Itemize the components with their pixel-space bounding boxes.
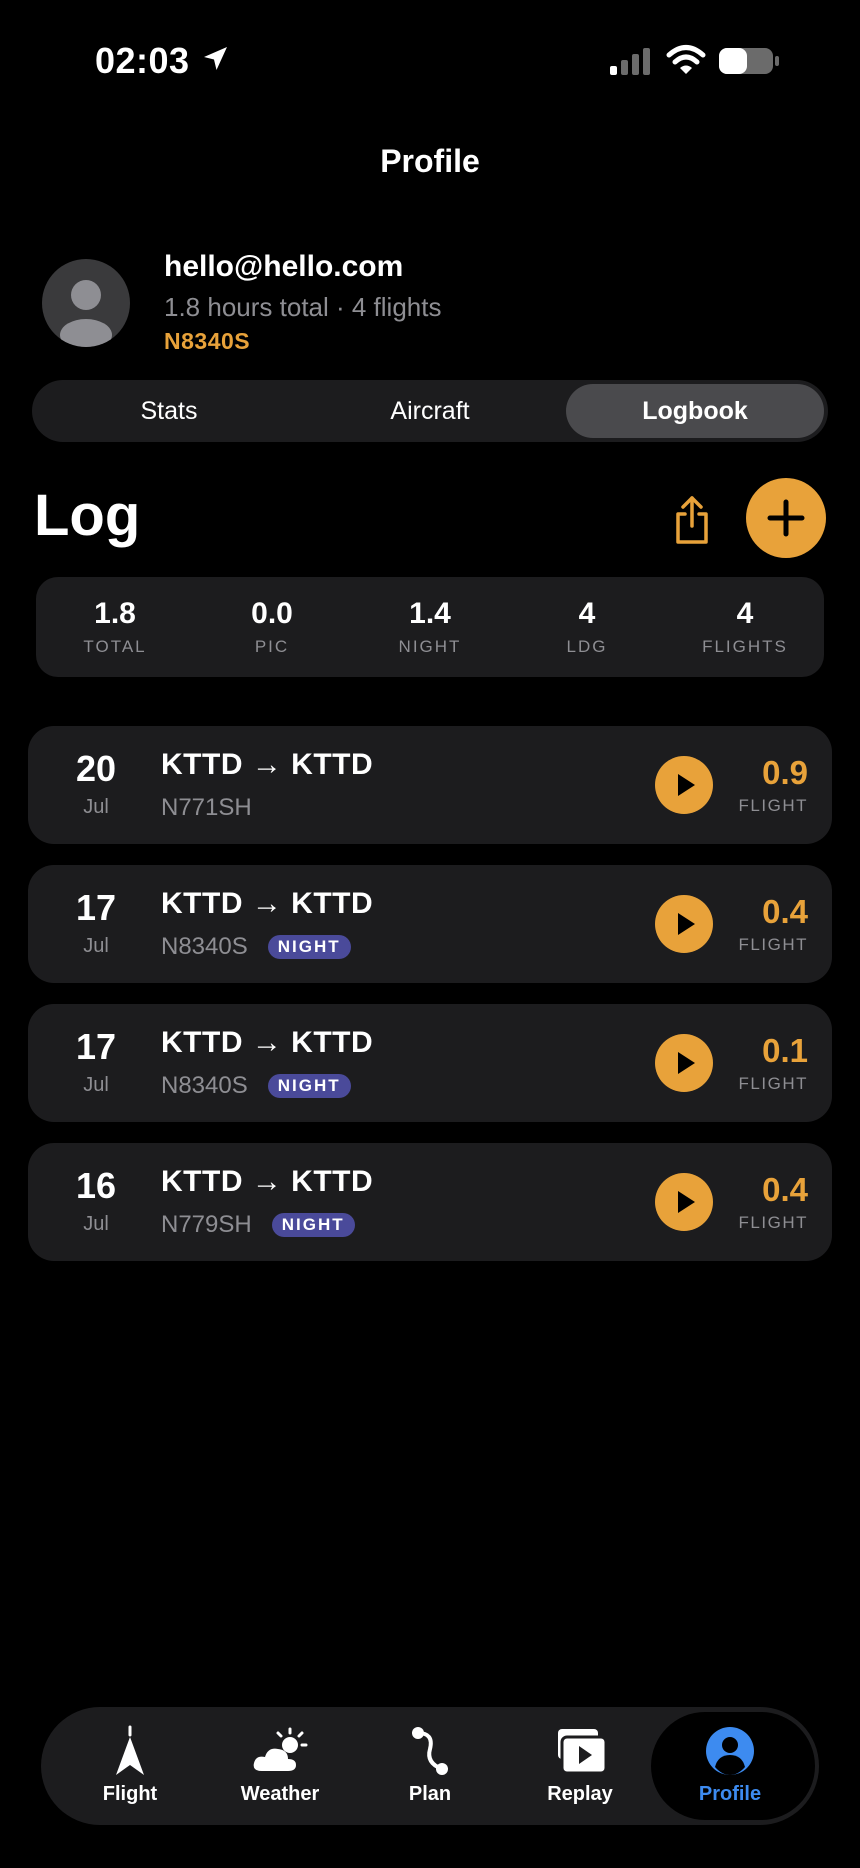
profile-segmented-control: Stats Aircraft Logbook [32, 380, 828, 442]
entry-hours-label: FLIGHT [738, 796, 808, 815]
replay-button[interactable] [655, 1173, 713, 1231]
entry-tail: N779SH NIGHT [161, 1211, 355, 1239]
profile-icon [706, 1727, 754, 1775]
segment-aircraft[interactable]: Aircraft [301, 384, 559, 438]
night-badge: NIGHT [267, 935, 351, 959]
tab-profile[interactable]: Profile [651, 1707, 815, 1825]
entry-hours-label: FLIGHT [738, 935, 808, 954]
tab-flight[interactable]: Flight [55, 1707, 205, 1825]
stat-flights: 4 FLIGHTS [666, 577, 824, 657]
stat-value: 1.4 [409, 597, 451, 630]
person-icon [60, 280, 112, 347]
tab-bar: Flight Weather Plan Replay Profile [41, 1707, 819, 1825]
replay-button[interactable] [655, 895, 713, 953]
stat-value: 4 [578, 597, 596, 630]
cellular-signal-icon [610, 48, 650, 75]
entry-route: KTTD → KTTD [161, 1026, 374, 1059]
battery-icon [719, 48, 779, 74]
stat-value: 1.8 [94, 597, 136, 630]
profile-summary: 1.8 hours total · 4 flights [164, 292, 442, 322]
entry-hours-label: FLIGHT [738, 1213, 808, 1232]
replay-button[interactable] [655, 1034, 713, 1092]
stat-landings: 4 LDG [508, 577, 666, 657]
entry-tail: N771SH [161, 794, 252, 822]
stat-pic: 0.0 PIC [193, 577, 351, 657]
night-badge: NIGHT [267, 1074, 351, 1098]
play-icon [678, 1052, 695, 1074]
log-title: Log [34, 483, 141, 548]
entry-tail: N8340S NIGHT [161, 1072, 351, 1100]
stat-total: 1.8 TOTAL [36, 577, 194, 657]
add-entry-button[interactable] [746, 478, 826, 558]
log-entry[interactable]: 17 Jul KTTD → KTTD N8340S NIGHT 0.4 FLIGH… [28, 865, 832, 983]
stat-value: 0.0 [251, 597, 293, 630]
tab-replay[interactable]: Replay [505, 1707, 655, 1825]
entry-month: Jul [83, 935, 109, 957]
tab-label: Plan [408, 1783, 452, 1805]
entry-hours-label: FLIGHT [738, 1074, 808, 1093]
play-icon [678, 913, 695, 935]
status-time: 02:03 [95, 40, 190, 81]
tab-label: Replay [547, 1783, 613, 1805]
log-entry[interactable]: 20 Jul KTTD → KTTD N771SH 0.9 FLIGHT [28, 726, 832, 844]
tab-label: Flight [102, 1783, 158, 1805]
tab-plan[interactable]: Plan [355, 1707, 505, 1825]
entry-hours: 0.4 [762, 893, 808, 930]
entry-month: Jul [83, 1074, 109, 1096]
stat-label: NIGHT [398, 637, 462, 656]
stat-label: TOTAL [83, 637, 147, 656]
tab-weather[interactable]: Weather [205, 1707, 355, 1825]
tab-label: Profile [698, 1783, 762, 1805]
stat-label: LDG [566, 637, 608, 656]
plan-icon [412, 1727, 448, 1775]
stat-label: PIC [254, 637, 290, 656]
entry-day: 17 [75, 1026, 117, 1067]
profile-email: hello@hello.com [164, 250, 404, 283]
entry-hours: 0.1 [762, 1032, 808, 1069]
segment-logbook[interactable]: Logbook [566, 384, 824, 438]
stat-value: 4 [736, 597, 754, 630]
location-arrow-icon [204, 47, 227, 70]
entry-hours: 0.9 [762, 754, 808, 791]
wifi-icon [666, 45, 706, 74]
entry-day: 20 [75, 748, 117, 789]
segment-stats[interactable]: Stats [40, 384, 298, 438]
log-summary-stats: 1.8 TOTAL 0.0 PIC 1.4 NIGHT 4 LDG 4 FLIG… [36, 577, 824, 677]
plus-icon [767, 499, 805, 537]
entry-tail-number: N779SH [161, 1211, 252, 1238]
night-badge: NIGHT [271, 1213, 355, 1237]
entry-tail-number: N8340S [161, 1072, 248, 1099]
stat-label: FLIGHTS [702, 637, 788, 656]
stat-night: 1.4 NIGHT [351, 577, 509, 657]
entry-route: KTTD → KTTD [161, 748, 374, 781]
entry-tail: N8340S NIGHT [161, 933, 351, 961]
entry-month: Jul [83, 1213, 109, 1235]
replay-button[interactable] [655, 756, 713, 814]
entry-route: KTTD → KTTD [161, 1165, 374, 1198]
entry-route: KTTD → KTTD [161, 887, 374, 920]
log-entry[interactable]: 17 Jul KTTD → KTTD N8340S NIGHT 0.1 FLIGH… [28, 1004, 832, 1122]
flight-icon [116, 1725, 144, 1775]
avatar[interactable] [42, 259, 130, 347]
entry-day: 16 [75, 1165, 117, 1206]
page-title: Profile [380, 143, 480, 179]
entry-day: 17 [75, 887, 117, 928]
replay-icon [558, 1729, 608, 1775]
entry-hours: 0.4 [762, 1171, 808, 1208]
profile-tail-number[interactable]: N8340S [164, 328, 250, 355]
entry-month: Jul [83, 796, 109, 818]
weather-icon [253, 1727, 308, 1771]
log-entry[interactable]: 16 Jul KTTD → KTTD N779SH NIGHT 0.4 FLIGH… [28, 1143, 832, 1261]
entry-tail-number: N8340S [161, 933, 248, 960]
share-icon[interactable] [668, 494, 716, 546]
entry-tail-number: N771SH [161, 794, 252, 821]
tab-label: Weather [240, 1783, 320, 1805]
play-icon [678, 1191, 695, 1213]
play-icon [678, 774, 695, 796]
